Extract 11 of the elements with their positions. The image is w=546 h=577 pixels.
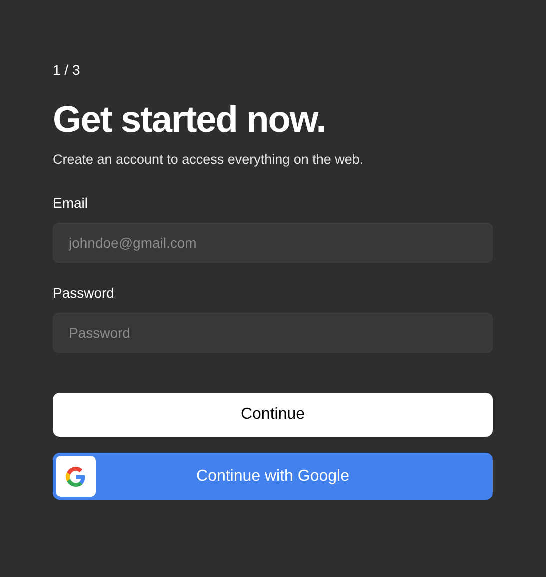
page-title: Get started now. xyxy=(53,98,326,142)
field-label: Email xyxy=(53,195,88,211)
email-field[interactable]: johndoe@gmail.com xyxy=(53,223,493,263)
continue-button[interactable]: Continue xyxy=(53,393,493,437)
password-field[interactable]: Password xyxy=(53,313,493,353)
step-counter: 1 / 3 xyxy=(53,62,80,78)
google-sign-in-button[interactable]: Continue with Google xyxy=(53,453,493,500)
subtitle: Create an account to access everything on the web. xyxy=(53,152,364,167)
google-button-label: Continue with Google xyxy=(196,468,350,486)
field-label: Password xyxy=(53,285,114,301)
google-g-icon xyxy=(56,456,96,497)
